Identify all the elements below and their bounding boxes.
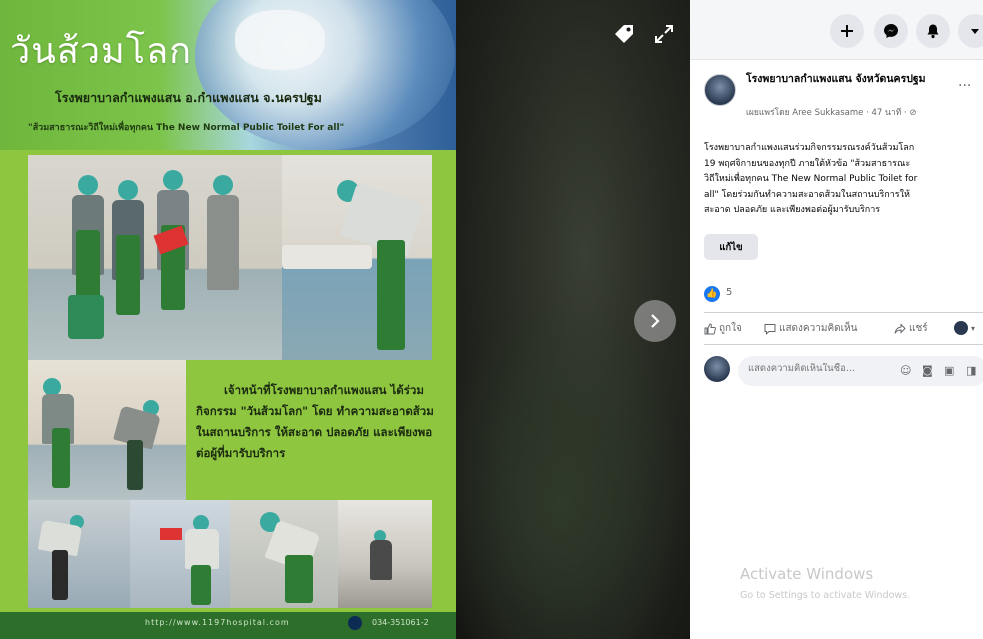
page-avatar[interactable] bbox=[704, 74, 736, 106]
photo-cleaning-sink bbox=[282, 155, 432, 360]
edit-button[interactable]: แก้ไข bbox=[704, 234, 758, 260]
poster-campaign: "ส้วมสาธารณะวิถีใหม่เพื่อทุกคน The New N… bbox=[28, 123, 345, 133]
page-name-link[interactable]: โรงพยาบาลกำแพงแสน จังหวัดนครปฐม bbox=[746, 72, 946, 86]
photo-toilet-2 bbox=[130, 500, 230, 608]
poster-organization: โรงพยาบาลกำแพงแสน อ.กำแพงแสน จ.นครปฐม bbox=[55, 90, 322, 105]
reaction-audience-button[interactable]: ▾ bbox=[954, 321, 975, 335]
like-label: ถูกใจ bbox=[719, 323, 742, 334]
globe-icon: ⊘ bbox=[909, 108, 917, 118]
comment-button[interactable]: แสดงความคิดเห็น bbox=[764, 321, 857, 336]
poster-description: เจ้าหน้าที่โรงพยาบาลกำแพงแสน ได้ร่วมกิจก… bbox=[196, 383, 434, 460]
thumbs-up-icon bbox=[704, 322, 716, 334]
notifications-button[interactable] bbox=[916, 14, 950, 48]
photo-corridor bbox=[338, 500, 432, 608]
tag-photo-button[interactable] bbox=[610, 20, 638, 48]
chevron-right-icon bbox=[651, 314, 660, 328]
poster-footer: http://www.1197hospital.com 034-351061-2 bbox=[0, 612, 456, 639]
share-label: แชร์ bbox=[909, 323, 928, 334]
poster-footer-url: http://www.1197hospital.com bbox=[145, 618, 290, 627]
post-text-line: 19 พฤศจิกายนของทุกปี ภายใต้หัวข้อ "ส้วมส… bbox=[704, 158, 911, 169]
post-text-line: วิถีใหม่เพื่อทุกคน The New Normal Public… bbox=[704, 174, 918, 184]
account-menu-button[interactable] bbox=[958, 14, 983, 48]
plus-icon bbox=[841, 25, 853, 37]
commenter-avatar[interactable] bbox=[704, 356, 730, 382]
photo-viewer-page: วันส้วมโลก โรงพยาบาลกำแพงแสน อ.กำแพงแสน … bbox=[0, 0, 983, 639]
sticker-icon[interactable]: ◨ bbox=[966, 364, 976, 377]
share-icon bbox=[894, 322, 906, 334]
phone-icon bbox=[348, 616, 362, 630]
poster-title: วันส้วมโลก bbox=[10, 31, 192, 72]
globe-landmass bbox=[235, 10, 325, 70]
camera-icon[interactable]: ◙ bbox=[922, 364, 933, 377]
post-text-line: สะอาด ปลอดภัย และเพียงพอต่อผู้มารับบริกา… bbox=[704, 205, 881, 215]
post-options-button[interactable]: ··· bbox=[958, 78, 971, 94]
comment-input[interactable] bbox=[748, 363, 893, 374]
comment-box[interactable]: ☺ ◙ ▣ ◨ bbox=[738, 356, 983, 386]
photo-viewer: วันส้วมโลก โรงพยาบาลกำแพงแสน อ.กำแพงแสน … bbox=[0, 0, 690, 639]
emoji-icon[interactable]: ☺ bbox=[900, 364, 911, 377]
create-button[interactable] bbox=[830, 14, 864, 48]
fullscreen-button[interactable] bbox=[650, 20, 678, 48]
expand-icon bbox=[655, 25, 673, 43]
post-actions: ถูกใจ แสดงความคิดเห็น แชร์ ▾ bbox=[704, 318, 983, 340]
divider bbox=[704, 344, 983, 345]
activate-windows-title: Activate Windows bbox=[740, 565, 874, 583]
like-button[interactable]: ถูกใจ bbox=[704, 321, 742, 336]
caret-down-icon: ▾ bbox=[971, 323, 976, 333]
post-text-line: โรงพยาบาลกำแพงแสนร่วมกิจกรรมรณรงค์วันส้ว… bbox=[704, 143, 915, 153]
photo-mopping bbox=[28, 360, 186, 500]
more-dots-icon: ··· bbox=[958, 78, 972, 94]
gif-icon[interactable]: ▣ bbox=[944, 364, 954, 377]
blurred-background-glow bbox=[455, 300, 690, 639]
like-count[interactable]: 5 bbox=[726, 287, 732, 298]
poster-image: วันส้วมโลก โรงพยาบาลกำแพงแสน อ.กำแพงแสน … bbox=[0, 0, 456, 639]
next-photo-button[interactable] bbox=[634, 300, 676, 342]
like-reaction-icon[interactable]: 👍 bbox=[704, 286, 720, 302]
post-text-line: all" โดยร่วมกันทำความสะอาดส้วมในสถานบริก… bbox=[704, 189, 910, 200]
post-meta-text: เผยแพร่โดย Aree Sukkasame · 47 นาที · bbox=[746, 108, 907, 118]
divider bbox=[704, 312, 983, 313]
photo-toilet-3 bbox=[230, 500, 338, 608]
messenger-icon bbox=[884, 24, 898, 38]
activate-windows-subtitle: Go to Settings to activate Windows. bbox=[740, 590, 911, 601]
post-text: โรงพยาบาลกำแพงแสนร่วมกิจกรรมรณรงค์วันส้ว… bbox=[704, 141, 983, 219]
bell-icon bbox=[927, 24, 939, 39]
post-info-panel: โรงพยาบาลกำแพงแสน จังหวัดนครปฐม เผยแพร่โ… bbox=[690, 0, 983, 639]
caret-down-icon bbox=[971, 29, 979, 34]
poster-footer-phone: 034-351061-2 bbox=[372, 618, 429, 627]
comment-label: แสดงความคิดเห็น bbox=[779, 323, 858, 334]
share-button[interactable]: แชร์ bbox=[894, 321, 928, 336]
comment-icon bbox=[764, 323, 776, 335]
top-bar bbox=[690, 0, 983, 60]
tag-icon bbox=[615, 25, 633, 43]
post-meta: เผยแพร่โดย Aree Sukkasame · 47 นาที · ⊘ bbox=[746, 107, 956, 119]
photo-toilet-1 bbox=[28, 500, 130, 608]
messenger-button[interactable] bbox=[874, 14, 908, 48]
profile-mini-icon bbox=[954, 321, 968, 335]
photo-staff-group bbox=[28, 155, 282, 360]
